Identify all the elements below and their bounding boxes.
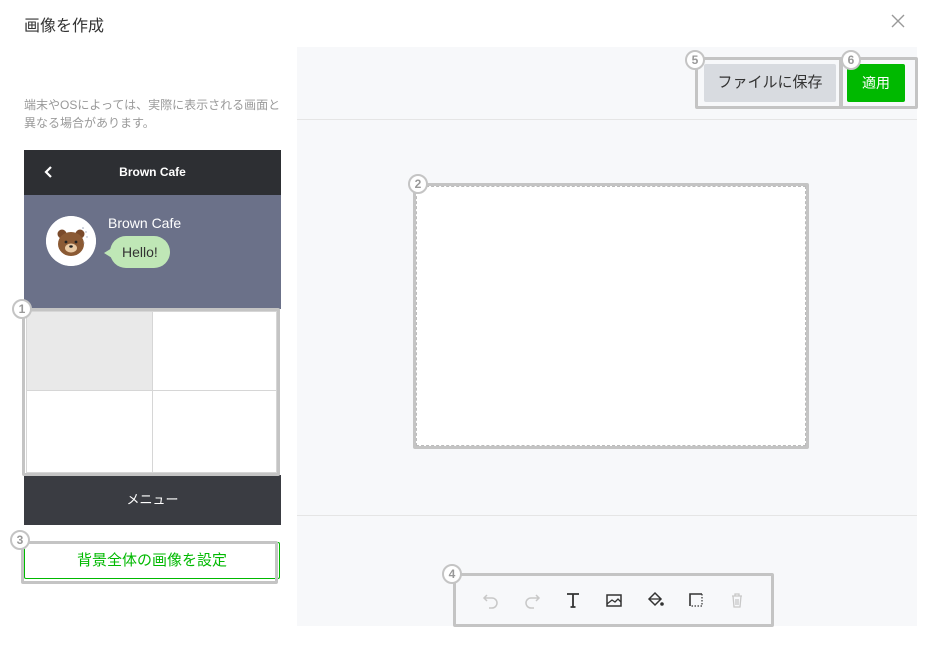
annotation-badge-3: 3: [10, 530, 30, 550]
menu-cell-1[interactable]: [26, 311, 153, 391]
save-to-file-button[interactable]: ファイルに保存: [704, 64, 836, 102]
device-note: 端末やOSによっては、実際に表示される画面と異なる場合があります。: [24, 98, 281, 130]
annotation-badge-4: 4: [442, 564, 462, 584]
divider: [297, 515, 917, 516]
set-background-button[interactable]: 背景全体の画像を設定: [24, 542, 280, 579]
frame-icon[interactable]: [685, 589, 707, 611]
close-icon[interactable]: [889, 12, 907, 30]
divider: [297, 119, 917, 120]
sender-name: Brown Cafe: [108, 215, 182, 231]
annotation-badge-6: 6: [841, 50, 861, 70]
chat-area: Brown Cafe Hello!: [24, 195, 281, 309]
dialog-title: 画像を作成: [24, 18, 105, 35]
phone-header: Brown Cafe: [24, 150, 281, 195]
phone-preview: Brown Cafe Brown Cafe Hello! メニュー: [24, 150, 281, 525]
undo-icon[interactable]: [480, 589, 502, 611]
brown-bear-avatar: [46, 216, 96, 266]
chat-title: Brown Cafe: [119, 165, 186, 179]
apply-button[interactable]: 適用: [847, 64, 905, 102]
paint-bucket-icon[interactable]: [644, 589, 666, 611]
rich-menu-grid: [24, 309, 281, 475]
menu-bar-label[interactable]: メニュー: [24, 475, 281, 525]
menu-cell-4[interactable]: [152, 390, 277, 473]
redo-icon[interactable]: [521, 589, 543, 611]
image-icon[interactable]: [603, 589, 625, 611]
text-icon[interactable]: [562, 589, 584, 611]
image-canvas[interactable]: [416, 186, 806, 446]
menu-cell-3[interactable]: [26, 390, 153, 473]
message-bubble: Hello!: [104, 236, 170, 268]
annotation-badge-5: 5: [685, 50, 705, 70]
annotation-badge-1: 1: [12, 299, 32, 319]
editor-toolbar: [456, 576, 771, 624]
menu-cell-2[interactable]: [152, 311, 277, 391]
annotation-badge-2: 2: [408, 174, 428, 194]
trash-icon[interactable]: [726, 589, 748, 611]
